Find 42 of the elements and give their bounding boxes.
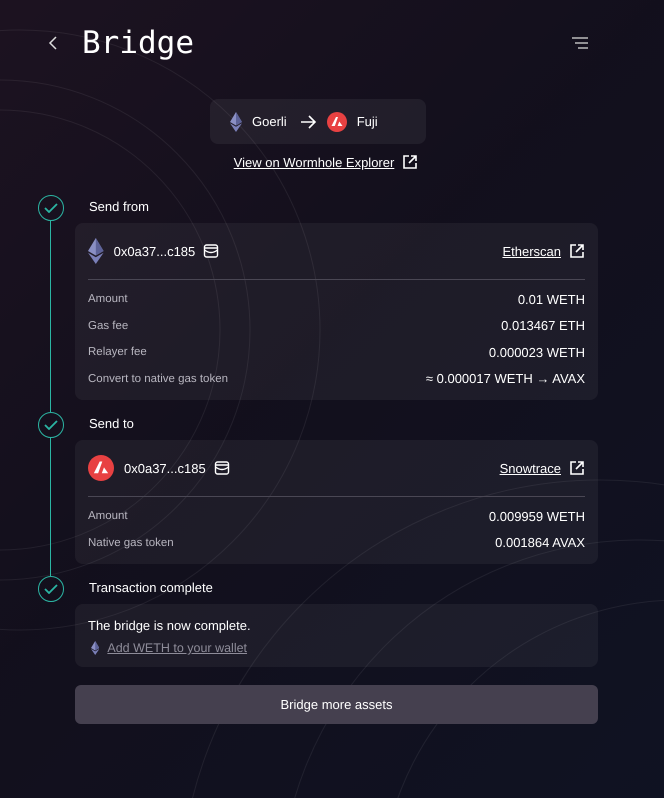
wallet-address: 0x0a37...c185 — [114, 244, 196, 258]
detail-label: Amount — [88, 293, 128, 306]
detail-value: 0.000023 WETH — [488, 344, 585, 360]
step-title: Transaction complete — [88, 579, 214, 597]
bridge-more-button[interactable]: Bridge more assets — [75, 685, 598, 724]
detail-value: 0.009959 WETH — [488, 508, 585, 524]
destination-chain: Fuji — [356, 114, 378, 129]
detail-value: ≈ 0.000017 WETH → AVAX — [426, 371, 585, 386]
detail-label: Amount — [88, 510, 128, 522]
detail-label: Gas fee — [88, 320, 128, 332]
wallet-address: 0x0a37...c185 — [124, 460, 206, 476]
external-link-icon — [569, 243, 585, 259]
step-title: Send from — [88, 198, 150, 216]
page-title: Bridge — [82, 25, 195, 61]
detail-label: Native gas token — [88, 536, 174, 549]
avalanche-icon — [88, 455, 114, 481]
ethereum-icon — [230, 112, 242, 132]
external-link-icon — [569, 460, 585, 476]
arrow-icon — [300, 114, 317, 128]
external-link-icon — [402, 154, 418, 170]
block-explorer-link[interactable]: Snowtrace — [500, 460, 561, 476]
explorer-link[interactable]: View on Wormhole Explorer — [234, 154, 394, 170]
block-explorer-link[interactable]: Etherscan — [502, 244, 561, 258]
detail-value: 0.01 WETH — [518, 292, 585, 307]
detail-label: Relayer fee — [88, 346, 147, 358]
check-icon — [44, 584, 58, 594]
wallet-icon — [214, 460, 230, 476]
completion-message: The bridge is now complete. — [88, 618, 252, 633]
wallet-icon — [203, 243, 220, 259]
detail-value: 0.001864 AVAX — [495, 535, 585, 550]
add-token-link[interactable]: Add WETH to your wallet — [107, 641, 248, 655]
step-title: Send to — [88, 415, 135, 433]
avalanche-icon — [326, 112, 347, 132]
ethereum-icon — [91, 641, 100, 655]
ethereum-icon — [88, 238, 104, 264]
check-icon — [44, 420, 58, 430]
menu-icon — [572, 37, 588, 49]
detail-label: Convert to native gas token — [88, 372, 228, 385]
source-chain: Goerli — [252, 114, 287, 129]
detail-value: 0.013467 ETH — [501, 318, 585, 334]
back-icon — [48, 35, 58, 51]
check-icon — [44, 203, 58, 213]
